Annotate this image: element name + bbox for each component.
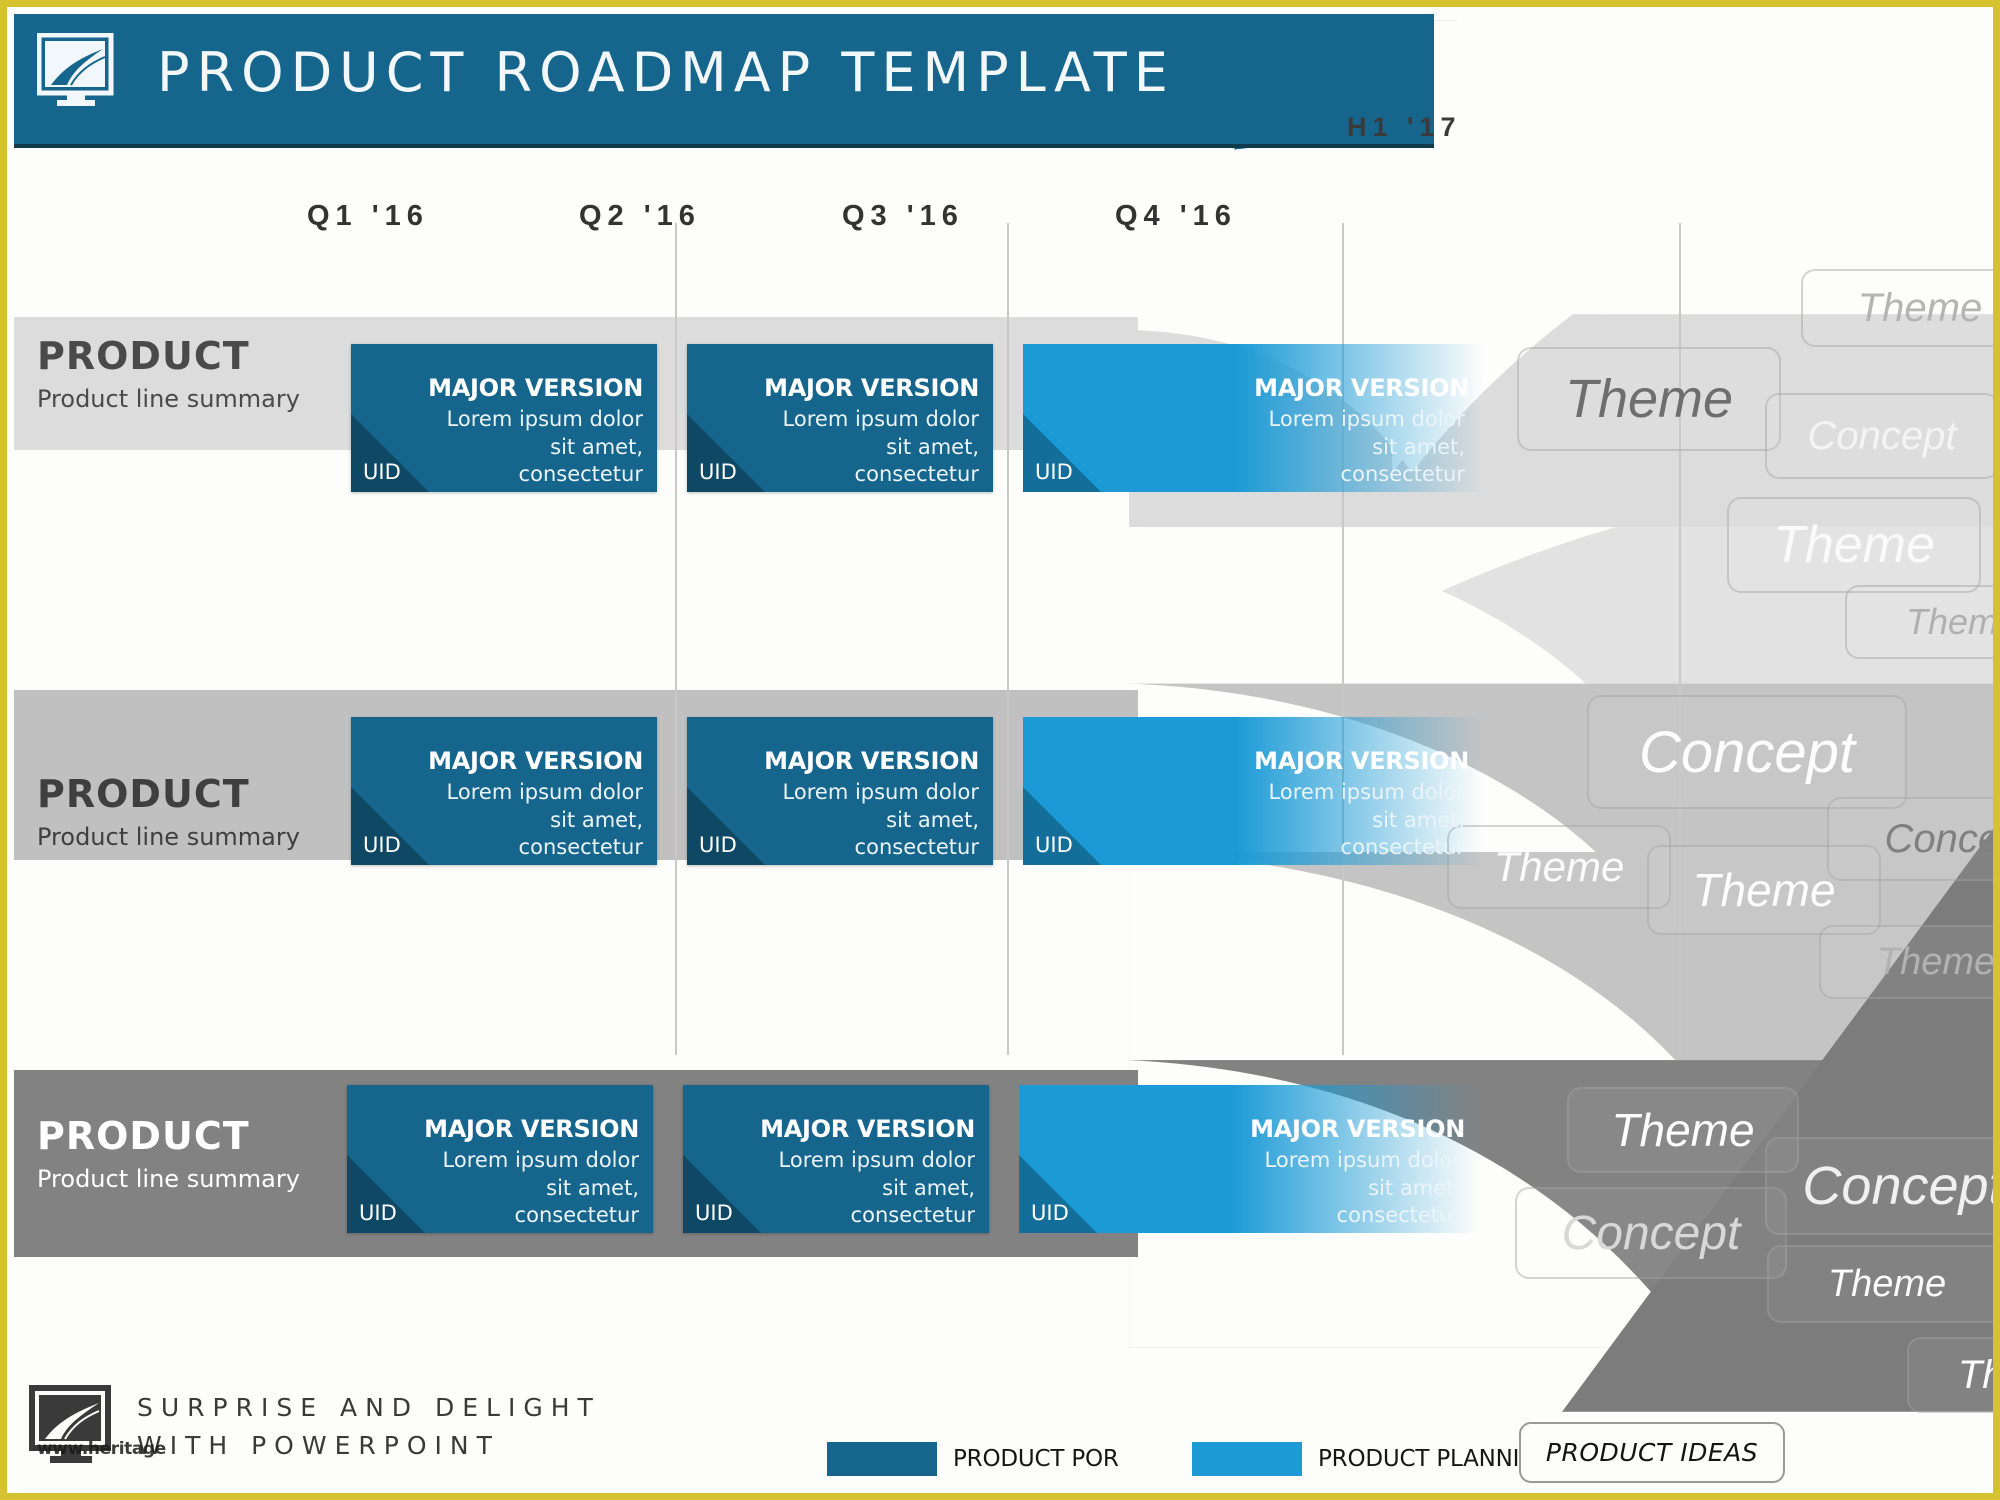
column-divider-2 bbox=[1007, 223, 1009, 1055]
card-uid: UID bbox=[359, 1201, 397, 1225]
roadmap-slide: PRODUCT ROADMAP TEMPLATE H1 '17 Q1 '16 Q2… bbox=[0, 0, 2000, 1500]
card-description: Lorem ipsum dolor sit amet, consectetur … bbox=[778, 1148, 975, 1233]
card-description: Lorem ipsum dolor sit amet, consectetur … bbox=[1264, 1148, 1461, 1233]
legend-item: PRODUCT PLANNING bbox=[1192, 1442, 1554, 1476]
product-line-name: PRODUCT bbox=[37, 772, 250, 816]
release-card[interactable]: MAJOR VERSION Lorem ipsum dolor sit amet,… bbox=[351, 717, 657, 865]
product-line-label-3: PRODUCT Product line summary bbox=[37, 1114, 300, 1193]
legend-swatch bbox=[1192, 1442, 1302, 1476]
card-title: MAJOR VERSION bbox=[428, 374, 643, 402]
release-card[interactable]: MAJOR VERSION Lorem ipsum dolor sit amet,… bbox=[683, 1085, 989, 1233]
card-uid: UID bbox=[695, 1201, 733, 1225]
tagline-line-1: SURPRISE AND DELIGHT bbox=[137, 1393, 601, 1422]
release-card[interactable]: MAJOR VERSION Lorem ipsum dolor sit amet,… bbox=[1023, 344, 1483, 492]
release-card[interactable]: MAJOR VERSION Lorem ipsum dolor sit amet,… bbox=[351, 344, 657, 492]
idea-pill[interactable]: Theme bbox=[1727, 497, 1981, 593]
card-description: Lorem ipsum dolor sit amet, consectetur … bbox=[1268, 407, 1465, 492]
card-uid: UID bbox=[1035, 460, 1073, 484]
product-line-name: PRODUCT bbox=[37, 1114, 250, 1158]
card-description: Lorem ipsum dolor sit amet, consectetur … bbox=[782, 407, 979, 492]
footer-tagline: SURPRISE AND DELIGHT WITH POWERPOINT bbox=[137, 1389, 601, 1464]
card-description: Lorem ipsum dolor sit amet, consectetur … bbox=[782, 780, 979, 865]
release-card[interactable]: MAJOR VERSION Lorem ipsum dolor sit amet,… bbox=[1019, 1085, 1479, 1233]
tagline-line-2: WITH POWERPOINT bbox=[137, 1430, 500, 1460]
card-title: MAJOR VERSION bbox=[764, 747, 979, 775]
card-description: Lorem ipsum dolor sit amet, consectetur … bbox=[446, 407, 643, 492]
card-uid: UID bbox=[699, 460, 737, 484]
legend-swatch bbox=[827, 1442, 937, 1476]
idea-pill[interactable]: Concept bbox=[1765, 1137, 1993, 1235]
page-title: PRODUCT ROADMAP TEMPLATE bbox=[157, 41, 1175, 104]
quarter-label-2: Q2 '16 bbox=[579, 200, 701, 232]
product-line-summary: Product line summary bbox=[37, 384, 300, 413]
card-title: MAJOR VERSION bbox=[764, 374, 979, 402]
card-title: MAJOR VERSION bbox=[424, 1115, 639, 1143]
idea-pill[interactable]: Theme bbox=[1819, 925, 1993, 999]
card-description: Lorem ipsum dolor sit amet, consectetur … bbox=[442, 1148, 639, 1233]
card-uid: UID bbox=[363, 833, 401, 857]
idea-pill[interactable]: Theme bbox=[1767, 1245, 1993, 1323]
card-uid: UID bbox=[1035, 833, 1073, 857]
idea-pill[interactable]: Ther bbox=[1907, 1337, 1993, 1413]
card-title: MAJOR VERSION bbox=[1250, 1115, 1465, 1143]
card-title: MAJOR VERSION bbox=[1254, 374, 1469, 402]
release-card[interactable]: MAJOR VERSION Lorem ipsum dolor sit amet,… bbox=[347, 1085, 653, 1233]
legend-item: PRODUCT POR bbox=[827, 1442, 1119, 1476]
product-line-name: PRODUCT bbox=[37, 334, 250, 378]
product-ideas-legend-badge[interactable]: PRODUCT IDEAS bbox=[1519, 1422, 1785, 1483]
quarter-label-4: Q4 '16 bbox=[1115, 200, 1237, 232]
card-description: Lorem ipsum dolor sit amet, consectetur … bbox=[446, 780, 643, 865]
release-card[interactable]: MAJOR VERSION Lorem ipsum dolor sit amet,… bbox=[687, 717, 993, 865]
site-watermark: www.heritage bbox=[37, 1439, 166, 1459]
card-title: MAJOR VERSION bbox=[1254, 747, 1469, 775]
card-uid: UID bbox=[363, 460, 401, 484]
idea-pill[interactable]: Theme bbox=[1647, 845, 1881, 935]
idea-pill[interactable]: Theme bbox=[1801, 269, 1993, 347]
release-card[interactable]: MAJOR VERSION Lorem ipsum dolor sit amet,… bbox=[1023, 717, 1483, 865]
quarter-label-3: Q3 '16 bbox=[842, 200, 964, 232]
product-line-label-2: PRODUCT Product line summary bbox=[37, 772, 300, 851]
card-uid: UID bbox=[699, 833, 737, 857]
idea-pill[interactable]: Theme bbox=[1845, 585, 1993, 659]
idea-pill[interactable]: Concept bbox=[1587, 695, 1907, 809]
product-line-summary: Product line summary bbox=[37, 822, 300, 851]
idea-pill[interactable]: Theme bbox=[1517, 347, 1781, 451]
column-divider-1 bbox=[675, 223, 677, 1055]
idea-pill[interactable]: Concept bbox=[1765, 393, 1993, 479]
idea-pill[interactable]: Concept bbox=[1515, 1187, 1787, 1279]
card-description: Lorem ipsum dolor sit amet, consectetur … bbox=[1268, 780, 1465, 865]
card-uid: UID bbox=[1031, 1201, 1069, 1225]
roadmap-logo-icon bbox=[36, 32, 123, 113]
legend-label: PRODUCT POR bbox=[953, 1446, 1119, 1472]
product-line-label-1: PRODUCT Product line summary bbox=[37, 334, 300, 413]
card-title: MAJOR VERSION bbox=[428, 747, 643, 775]
future-horizon-label: H1 '17 bbox=[1347, 112, 1462, 142]
quarter-label-1: Q1 '16 bbox=[307, 200, 429, 232]
release-card[interactable]: MAJOR VERSION Lorem ipsum dolor sit amet,… bbox=[687, 344, 993, 492]
card-title: MAJOR VERSION bbox=[760, 1115, 975, 1143]
product-line-summary: Product line summary bbox=[37, 1164, 300, 1193]
